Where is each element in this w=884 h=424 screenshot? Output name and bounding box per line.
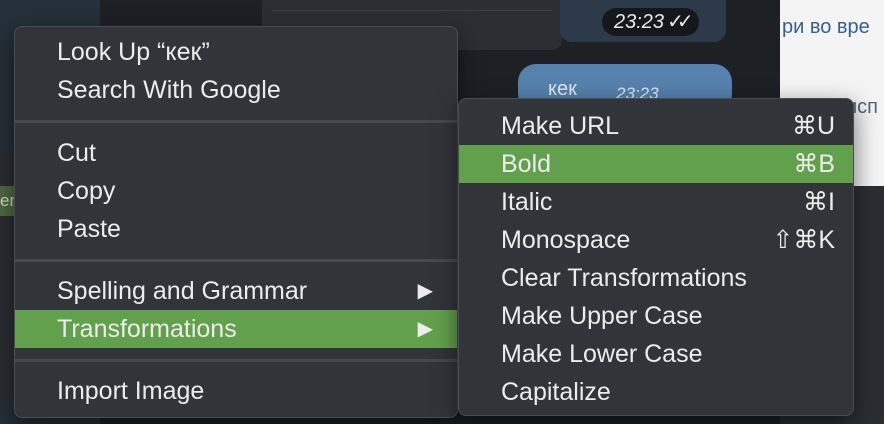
submenu-item-clear-transformations[interactable]: Clear Transformations — [459, 259, 853, 297]
menu-item-label: Transformations — [57, 315, 237, 343]
shortcut-label: ⇧⌘K — [772, 226, 835, 254]
submenu-arrow-icon: ▶ — [417, 280, 433, 302]
menu-item-label: Bold — [501, 150, 552, 178]
shortcut-label: ⌘B — [793, 150, 835, 178]
menu-item-label: Make Lower Case — [501, 340, 703, 368]
menu-item-label: Spelling and Grammar — [57, 277, 308, 305]
transformations-submenu: Make URL ⌘U Bold ⌘B Italic ⌘I Monospace ⇧⌘K … — [458, 98, 854, 416]
menu-item-label: Make URL — [501, 112, 620, 140]
submenu-arrow-icon: ▶ — [417, 318, 433, 340]
menu-item-label: Import Image — [57, 377, 205, 405]
message-time: 23:23 — [614, 11, 665, 33]
menu-item-label: Make Upper Case — [501, 302, 703, 330]
message-divider — [272, 10, 552, 11]
submenu-item-make-lower-case[interactable]: Make Lower Case — [459, 335, 853, 373]
shortcut-label: ⌘I — [803, 188, 835, 216]
menu-item-label: Look Up “кек” — [57, 38, 210, 66]
submenu-item-bold[interactable]: Bold ⌘B — [459, 145, 853, 183]
menu-item-copy[interactable]: Copy — [15, 172, 457, 210]
menu-item-label: Monospace — [501, 226, 631, 254]
menu-item-paste[interactable]: Paste — [15, 210, 457, 248]
menu-item-look-up[interactable]: Look Up “кек” — [15, 33, 457, 71]
menu-item-transformations[interactable]: Transformations ▶ — [15, 310, 457, 348]
menu-item-spelling-grammar[interactable]: Spelling and Grammar ▶ — [15, 272, 457, 310]
menu-item-label: Italic — [501, 188, 553, 216]
menu-separator — [15, 359, 457, 362]
shortcut-label: ⌘U — [791, 112, 835, 140]
submenu-item-italic[interactable]: Italic ⌘I — [459, 183, 853, 221]
right-panel-text-top: ри во вре — [782, 16, 870, 38]
double-check-icon: ✓✓ — [667, 11, 693, 33]
submenu-item-monospace[interactable]: Monospace ⇧⌘K — [459, 221, 853, 259]
menu-item-label: Clear Transformations — [501, 264, 747, 292]
menu-item-cut[interactable]: Cut — [15, 134, 457, 172]
context-menu: Look Up “кек” Search With Google Cut Cop… — [14, 26, 458, 418]
submenu-item-capitalize[interactable]: Capitalize — [459, 373, 853, 411]
submenu-item-make-upper-case[interactable]: Make Upper Case — [459, 297, 853, 335]
menu-separator — [15, 120, 457, 123]
menu-item-import-image[interactable]: Import Image — [15, 372, 457, 410]
menu-item-label: Paste — [57, 215, 121, 243]
menu-item-label: Cut — [57, 139, 96, 167]
message-time-pill: 23:23 ✓✓ — [602, 8, 699, 36]
menu-item-label: Capitalize — [501, 378, 611, 406]
menu-item-search-google[interactable]: Search With Google — [15, 71, 457, 109]
submenu-item-make-url[interactable]: Make URL ⌘U — [459, 107, 853, 145]
menu-item-label: Copy — [57, 177, 116, 205]
menu-item-label: Search With Google — [57, 76, 281, 104]
menu-separator — [15, 259, 457, 262]
selected-chat-snippet: er — [0, 191, 16, 210]
